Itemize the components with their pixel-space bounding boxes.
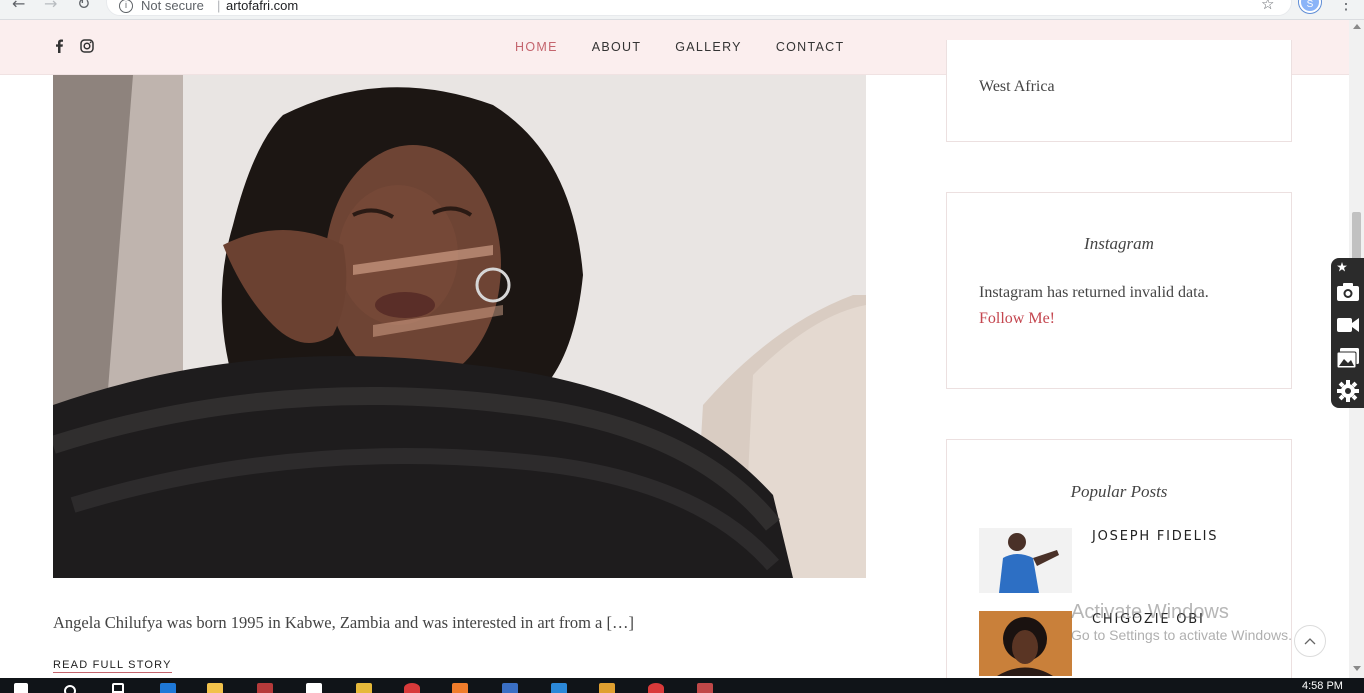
app-icon[interactable] [599,683,615,693]
popular-post-thumbnail[interactable] [979,611,1072,676]
popular-posts-widget: Popular Posts JOSEPH FIDELIS CHIGOZIE OB… [946,439,1292,693]
popular-post-title[interactable]: JOSEPH FIDELIS [1092,529,1218,544]
app-icon[interactable] [502,683,518,693]
instagram-widget: Instagram Instagram has returned invalid… [946,192,1292,389]
nav-about[interactable]: ABOUT [575,20,659,75]
forward-arrow-icon[interactable]: → [44,0,57,13]
opera-icon[interactable] [404,683,420,693]
scroll-down-arrow-icon[interactable] [1353,666,1361,671]
camera-icon[interactable] [1336,282,1360,307]
reload-icon[interactable]: ↻ [77,0,90,13]
instagram-error-message: Instagram has returned invalid data. [979,284,1209,301]
popular-post-thumbnail[interactable] [979,528,1072,593]
app-icon[interactable] [452,683,468,693]
bookmark-star-icon[interactable]: ☆ [1261,0,1274,13]
windows-start-icon[interactable] [14,683,28,693]
app-icon[interactable] [257,683,273,693]
video-camera-icon[interactable] [1336,316,1360,339]
browser-menu-icon[interactable]: ⋮ [1338,0,1354,14]
activate-windows-watermark: Activate Windows [1071,601,1229,623]
store-icon[interactable] [306,683,322,693]
nav-contact[interactable]: CONTACT [759,20,862,75]
popular-posts-title: Popular Posts [1070,482,1168,501]
file-explorer-icon[interactable] [207,683,223,693]
pin-icon[interactable] [1336,260,1348,278]
search-taskbar-icon[interactable] [64,685,76,693]
featured-post-image[interactable] [53,75,866,578]
taskbar-clock[interactable]: 4:58 PM [1302,680,1343,692]
settings-gear-icon[interactable] [1336,379,1360,408]
back-to-top-button[interactable] [1294,625,1326,657]
page: ← → ↻ i Not secure | artofafri.com ☆ S ⋮… [0,0,1364,693]
instagram-icon[interactable] [80,39,94,58]
profile-avatar[interactable]: S [1299,0,1321,13]
nav-home[interactable]: HOME [498,20,575,75]
windows-taskbar: 4:58 PM [0,678,1364,693]
screen-capture-toolbar [1331,258,1364,408]
url-separator: | [217,0,221,13]
location-text: West Africa [979,78,1055,95]
app-icon[interactable] [697,683,713,693]
app-icon[interactable] [551,683,567,693]
activate-windows-subtext[interactable]: Go to Settings to activate Windows. [1071,627,1292,643]
chevron-up-icon [1304,638,1316,645]
chrome-icon[interactable] [648,683,664,693]
gallery-icon[interactable] [1336,347,1360,374]
back-arrow-icon[interactable]: ← [12,0,25,13]
browser-toolbar: ← → ↻ i Not secure | artofafri.com ☆ S ⋮ [0,0,1364,20]
read-full-story-link[interactable]: READ FULL STORY [53,659,172,673]
nav-gallery[interactable]: GALLERY [658,20,759,75]
security-label: Not secure [141,0,204,13]
instagram-widget-title: Instagram [1084,234,1154,253]
about-widget: West Africa [946,40,1292,142]
edge-icon[interactable] [160,683,176,693]
scroll-up-arrow-icon[interactable] [1353,24,1361,29]
address-bar[interactable]: i Not secure | artofafri.com [106,0,1292,16]
app-icon[interactable] [356,683,372,693]
scrollbar-thumb[interactable] [1352,212,1361,260]
facebook-icon[interactable] [54,39,64,58]
info-icon[interactable]: i [119,0,133,13]
url-text[interactable]: artofafri.com [226,0,298,13]
main-nav: HOME ABOUT GALLERY CONTACT [498,20,861,75]
follow-me-link[interactable]: Follow Me! [979,310,1055,328]
post-excerpt: Angela Chilufya was born 1995 in Kabwe, … [53,613,634,632]
task-view-icon[interactable] [112,683,124,693]
